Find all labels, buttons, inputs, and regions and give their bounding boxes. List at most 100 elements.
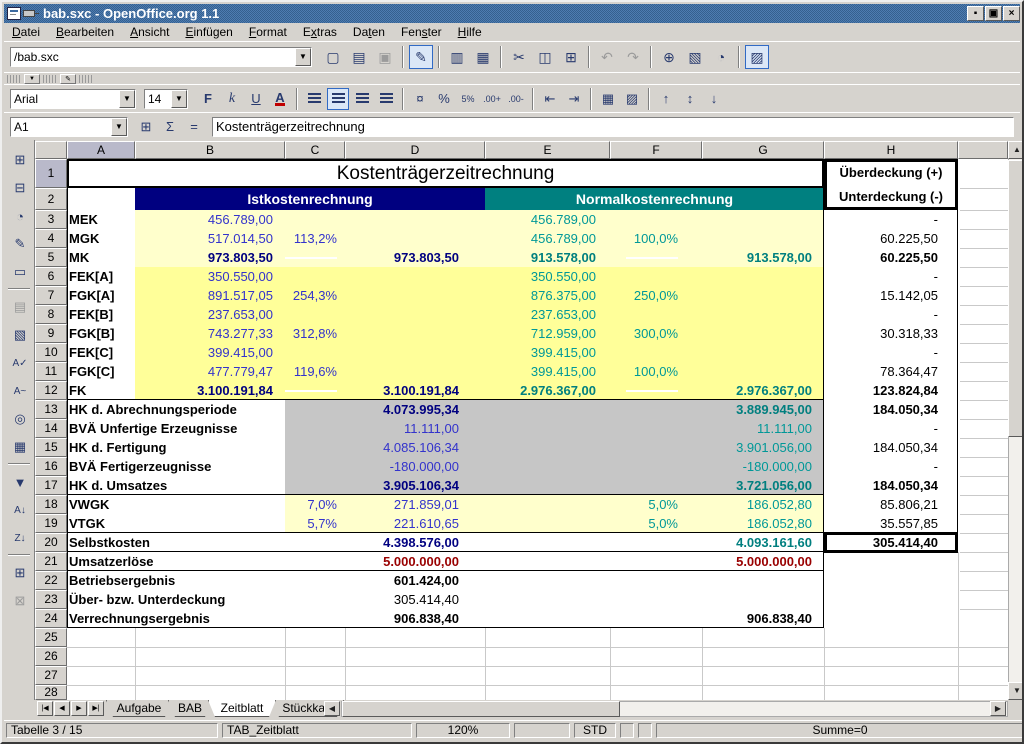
sheet-tab-aufgabe[interactable]: Aufgabe	[106, 700, 172, 717]
cell-H12[interactable]: 123.824,84	[824, 381, 938, 400]
cell-D20[interactable]: 4.398.576,00	[345, 533, 459, 552]
row-header-28[interactable]: 28	[35, 685, 67, 700]
scroll-down-icon[interactable]: ▼	[1008, 682, 1024, 700]
cell-reference-dropdown-icon[interactable]: ▼	[111, 118, 127, 136]
paste-icon[interactable]: ⊞	[559, 45, 583, 69]
menu-bearbeiten[interactable]: Bearbeiten	[48, 23, 122, 41]
number-percent-icon[interactable]: %	[433, 88, 455, 110]
cell-H4[interactable]: 60.225,50	[824, 229, 938, 248]
row-label-20[interactable]: Selbstkosten	[69, 533, 150, 552]
bold-icon[interactable]: F	[197, 88, 219, 110]
cell-E7[interactable]: 876.375,00	[485, 286, 596, 305]
cell-F4[interactable]: 100,0%	[610, 229, 678, 248]
scroll-right-icon[interactable]: ▶	[990, 701, 1006, 716]
row-label-8[interactable]: FEK[B]	[69, 305, 113, 324]
cell-B5[interactable]: 973.803,50	[135, 248, 273, 267]
cell-H3[interactable]: -	[824, 210, 938, 229]
copy-icon[interactable]: ◫	[533, 45, 557, 69]
cell-H10[interactable]: -	[824, 343, 938, 362]
find-replace-icon[interactable]: ◎	[8, 407, 32, 431]
font-size-input[interactable]	[145, 91, 171, 107]
cell-E10[interactable]: 399.415,00	[485, 343, 596, 362]
cell-G24[interactable]: 906.838,40	[702, 609, 812, 628]
cell-E11[interactable]: 399.415,00	[485, 362, 596, 381]
styles-icon[interactable]: ▧	[8, 323, 32, 347]
row-label-11[interactable]: FGK[C]	[69, 362, 115, 381]
row-header-14[interactable]: 14	[35, 419, 67, 438]
maximize-button[interactable]: ▣	[985, 6, 1002, 21]
menu-extras[interactable]: Extras	[295, 23, 345, 41]
row-label-24[interactable]: Verrechnungsergebnis	[69, 609, 210, 628]
autofilter-icon[interactable]: ▼	[8, 470, 32, 494]
insert-rows-icon[interactable]: ▤	[8, 295, 32, 319]
cell-B3[interactable]: 456.789,00	[135, 210, 273, 229]
cell-C7[interactable]: 254,3%	[285, 286, 337, 305]
cell-D23[interactable]: 305.414,40	[345, 590, 459, 609]
row-header-26[interactable]: 26	[35, 647, 67, 666]
background-color-icon[interactable]: ▨	[621, 88, 643, 110]
cell-D16[interactable]: -180.000,00	[345, 457, 459, 476]
save-icon[interactable]: ▣	[373, 45, 397, 69]
hyperlink-icon[interactable]: ◔	[709, 45, 733, 69]
menu-datei[interactable]: Datei	[4, 23, 48, 41]
cell-H17[interactable]: 184.050,34	[824, 476, 938, 495]
row-label-7[interactable]: FGK[A]	[69, 286, 115, 305]
column-header-A[interactable]: A	[67, 141, 135, 159]
cell-D18[interactable]: 271.859,01	[345, 495, 459, 514]
cell-H9[interactable]: 30.318,33	[824, 324, 938, 343]
sheet-tab-zeitblatt[interactable]: Zeitblatt	[208, 700, 276, 717]
row-header-6[interactable]: 6	[35, 267, 67, 286]
status-empty-field[interactable]	[620, 723, 634, 738]
cell-H11[interactable]: 78.364,47	[824, 362, 938, 381]
row-header-12[interactable]: 12	[35, 381, 67, 400]
cell-D19[interactable]: 221.610,65	[345, 514, 459, 533]
cell-D14[interactable]: 11.111,00	[345, 419, 459, 438]
row-header-8[interactable]: 8	[35, 305, 67, 324]
cell-G16[interactable]: -180.000,00	[702, 457, 812, 476]
row-header-1[interactable]: 1	[35, 159, 67, 188]
spellcheck-icon[interactable]: A✓	[8, 351, 32, 375]
menu-fenster[interactable]: Fenster	[393, 23, 450, 41]
cell-B10[interactable]: 399.415,00	[135, 343, 273, 362]
redo-icon[interactable]: ↷	[621, 45, 645, 69]
align-justified-icon[interactable]	[375, 88, 397, 110]
menu-hilfe[interactable]: Hilfe	[450, 23, 490, 41]
row-label-22[interactable]: Betriebsergebnis	[69, 571, 175, 590]
toolbar-grip[interactable]	[7, 75, 21, 83]
window-menu-icon[interactable]	[7, 7, 21, 20]
row-header-2[interactable]: 2	[35, 188, 67, 210]
row-label-21[interactable]: Umsatzerlöse	[69, 552, 154, 571]
row-label-18[interactable]: VWGK	[69, 495, 109, 514]
row-label-19[interactable]: VTGK	[69, 514, 105, 533]
cell-F11[interactable]: 100,0%	[610, 362, 678, 381]
row-header-15[interactable]: 15	[35, 438, 67, 457]
status-sum[interactable]: Summe=0	[656, 723, 1024, 738]
sum-icon[interactable]: Σ	[159, 116, 181, 138]
row-header-17[interactable]: 17	[35, 476, 67, 495]
cell-E8[interactable]: 237.653,00	[485, 305, 596, 324]
cell-G13[interactable]: 3.889.945,00	[702, 400, 812, 419]
cell-E4[interactable]: 456.789,00	[485, 229, 596, 248]
scrollbar-track-vertical[interactable]	[1008, 141, 1024, 700]
row-header-19[interactable]: 19	[35, 514, 67, 533]
cell-F19[interactable]: 5,0%	[610, 514, 678, 533]
row-header-11[interactable]: 11	[35, 362, 67, 381]
cell-B9[interactable]: 743.277,33	[135, 324, 273, 343]
row-label-14[interactable]: BVÄ Unfertige Erzeugnisse	[69, 419, 237, 438]
sort-descending-icon[interactable]: Z↓	[8, 526, 32, 550]
row-header-16[interactable]: 16	[35, 457, 67, 476]
insert-cells-icon[interactable]: ⊟	[8, 176, 32, 200]
cell-H16[interactable]: -	[824, 457, 938, 476]
row-header-24[interactable]: 24	[35, 609, 67, 628]
undo-icon[interactable]: ↶	[595, 45, 619, 69]
row-header-10[interactable]: 10	[35, 343, 67, 362]
cell-G21[interactable]: 5.000.000,00	[702, 552, 812, 571]
row-header-23[interactable]: 23	[35, 590, 67, 609]
row-header-9[interactable]: 9	[35, 324, 67, 343]
align-top-icon[interactable]: ↑	[655, 88, 677, 110]
cell-B12[interactable]: 3.100.191,84	[135, 381, 273, 400]
row-label-10[interactable]: FEK[C]	[69, 343, 113, 362]
formula-input[interactable]	[213, 119, 1013, 135]
column-header-B[interactable]: B	[135, 141, 285, 159]
cell-reference-input[interactable]	[11, 119, 111, 135]
